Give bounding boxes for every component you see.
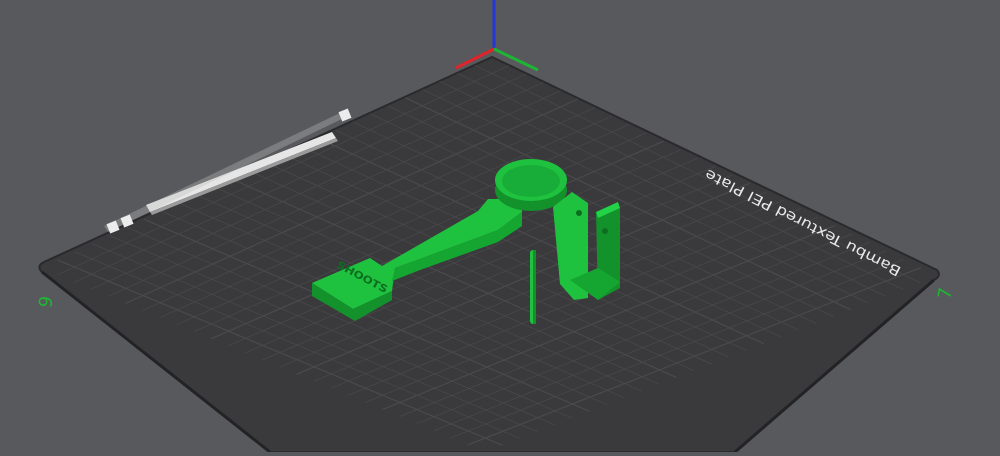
plate-corner-index-left: 6 xyxy=(33,294,56,309)
build-plate[interactable] xyxy=(38,55,940,454)
cup-inner xyxy=(502,165,560,197)
plate-corner-index-right: 7 xyxy=(934,286,957,301)
bracket-hole-top xyxy=(576,210,582,216)
bracket-hole-bottom xyxy=(602,228,608,234)
pin-shade xyxy=(533,250,536,324)
3d-viewport[interactable]: Bambu Textured PEI Plate 6 7 SHOOTS xyxy=(0,0,1000,454)
